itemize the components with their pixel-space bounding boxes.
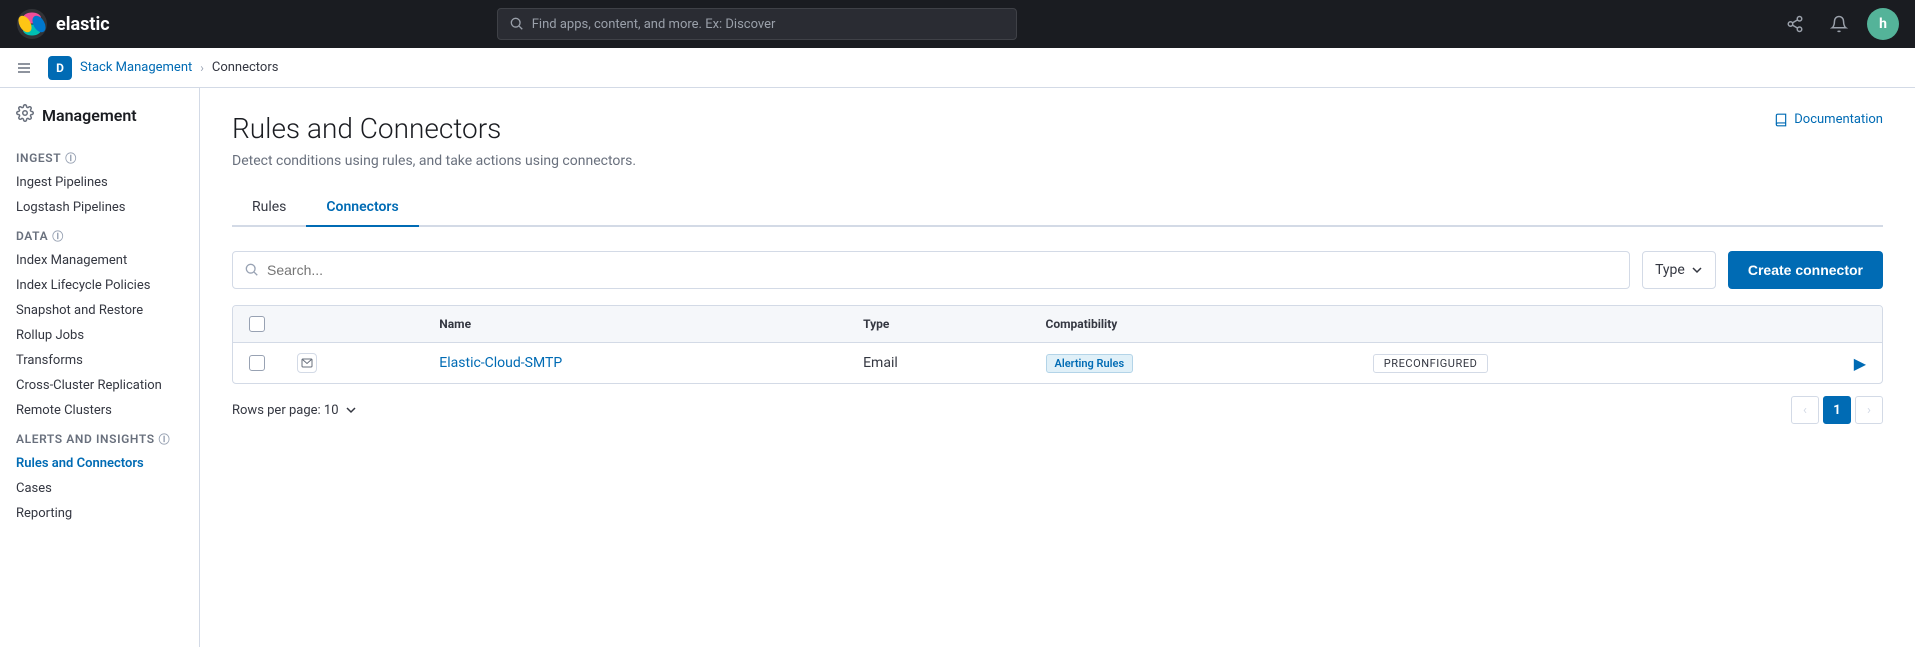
sidebar-section-ingest: Ingest ⓘ — [0, 142, 199, 170]
data-table: Name Type Compatibility — [233, 306, 1882, 383]
header-icon-cell — [281, 306, 423, 343]
preconfigured-badge: PRECONFIGURED — [1373, 354, 1489, 373]
sidebar-item-reporting[interactable]: Reporting — [0, 501, 199, 526]
compatibility-badge: Alerting Rules — [1046, 354, 1134, 373]
ingest-info-icon: ⓘ — [65, 150, 77, 166]
row-checkbox-cell — [233, 343, 281, 384]
page-title: Rules and Connectors — [232, 112, 501, 145]
elastic-wordmark: elastic — [56, 14, 110, 35]
row-actions-cell: ▶ — [1761, 343, 1882, 384]
sidebar-item-ingest-pipelines[interactable]: Ingest Pipelines — [0, 170, 199, 195]
page-header: Rules and Connectors Documentation — [232, 112, 1883, 145]
topbar-actions: h — [1779, 8, 1899, 40]
sidebar-item-logstash-pipelines[interactable]: Logstash Pipelines — [0, 195, 199, 220]
sidebar-item-index-lifecycle-policies[interactable]: Index Lifecycle Policies — [0, 273, 199, 298]
header-checkbox-cell — [233, 306, 281, 343]
connector-name-link[interactable]: Elastic-Cloud-SMTP — [439, 355, 562, 371]
main-content: Rules and Connectors Documentation Detec… — [200, 88, 1915, 647]
pagination-bar: Rows per page: 10 ‹ 1 › — [232, 384, 1883, 424]
sidebar-item-index-management[interactable]: Index Management — [0, 248, 199, 273]
sidebar-item-cross-cluster-replication[interactable]: Cross-Cluster Replication — [0, 373, 199, 398]
header-status — [1357, 306, 1761, 343]
sidebar-section-data: Data ⓘ — [0, 220, 199, 248]
next-page-button[interactable]: › — [1855, 396, 1883, 424]
management-gear-icon — [16, 104, 34, 126]
user-avatar[interactable]: h — [1867, 8, 1899, 40]
sidebar-title: Management — [42, 106, 137, 125]
type-dropdown[interactable]: Type — [1642, 251, 1716, 289]
row-preconfigured-cell: PRECONFIGURED — [1357, 343, 1761, 384]
header-compatibility[interactable]: Compatibility — [1030, 306, 1357, 343]
connector-type-value: Email — [863, 355, 898, 371]
breadcrumb-bar: D Stack Management › Connectors — [0, 48, 1915, 88]
create-connector-button[interactable]: Create connector — [1728, 251, 1883, 289]
page-1-button[interactable]: 1 — [1823, 396, 1851, 424]
row-name-cell: Elastic-Cloud-SMTP — [423, 343, 847, 384]
sidebar-item-remote-clusters[interactable]: Remote Clusters — [0, 398, 199, 423]
tabs: Rules Connectors — [232, 189, 1883, 227]
alerts-info-icon: ⓘ — [159, 431, 171, 447]
sidebar-item-rollup-jobs[interactable]: Rollup Jobs — [0, 323, 199, 348]
header-type[interactable]: Type — [847, 306, 1029, 343]
elastic-logo[interactable]: elastic — [16, 8, 110, 40]
breadcrumb-user-icon: D — [48, 56, 72, 80]
sidebar-header: Management — [0, 104, 199, 142]
chevron-down-icon — [1691, 264, 1703, 276]
rows-per-page-label: Rows per page: 10 — [232, 403, 339, 418]
run-connector-icon[interactable]: ▶ — [1854, 354, 1866, 373]
page-navigation: ‹ 1 › — [1791, 396, 1883, 424]
sidebar: Management Ingest ⓘ Ingest Pipelines Log… — [0, 88, 200, 647]
main-layout: Management Ingest ⓘ Ingest Pipelines Log… — [0, 88, 1915, 647]
notifications-icon[interactable] — [1823, 8, 1855, 40]
documentation-link-label: Documentation — [1794, 112, 1883, 127]
row-icon-cell — [281, 343, 423, 384]
connectors-table: Name Type Compatibility — [232, 305, 1883, 384]
type-dropdown-label: Type — [1655, 262, 1685, 278]
prev-page-button[interactable]: ‹ — [1791, 396, 1819, 424]
row-type-cell: Email — [847, 343, 1029, 384]
header-name[interactable]: Name — [423, 306, 847, 343]
sidebar-item-transforms[interactable]: Transforms — [0, 348, 199, 373]
sidebar-section-alerts-insights: Alerts and Insights ⓘ — [0, 423, 199, 451]
connector-type-icon — [297, 353, 317, 373]
hamburger-button[interactable] — [16, 60, 32, 76]
breadcrumb-stack-management[interactable]: Stack Management — [80, 60, 192, 75]
table-row: Elastic-Cloud-SMTP Email Alerting Rules … — [233, 343, 1882, 384]
search-icon — [510, 17, 524, 31]
toolbar: Type Create connector — [232, 251, 1883, 289]
global-search-placeholder: Find apps, content, and more. Ex: Discov… — [532, 17, 776, 32]
page-description: Detect conditions using rules, and take … — [232, 153, 1883, 169]
share-icon[interactable] — [1779, 8, 1811, 40]
tab-connectors[interactable]: Connectors — [306, 189, 418, 227]
documentation-link[interactable]: Documentation — [1774, 112, 1883, 127]
data-info-icon: ⓘ — [52, 228, 64, 244]
topbar: elastic Find apps, content, and more. Ex… — [0, 0, 1915, 48]
sidebar-item-snapshot-restore[interactable]: Snapshot and Restore — [0, 298, 199, 323]
rows-per-page-selector[interactable]: Rows per page: 10 — [232, 403, 357, 418]
sidebar-item-cases[interactable]: Cases — [0, 476, 199, 501]
sidebar-item-rules-connectors[interactable]: Rules and Connectors — [0, 451, 199, 476]
search-input[interactable] — [267, 262, 1617, 278]
breadcrumb-current: Connectors — [212, 60, 279, 75]
select-all-checkbox[interactable] — [249, 316, 265, 332]
table-header-row: Name Type Compatibility — [233, 306, 1882, 343]
rows-per-page-chevron-icon — [345, 404, 357, 416]
row-compatibility-cell: Alerting Rules — [1030, 343, 1357, 384]
book-icon — [1774, 113, 1788, 127]
search-icon — [245, 263, 259, 277]
global-search-bar[interactable]: Find apps, content, and more. Ex: Discov… — [497, 8, 1017, 40]
search-input-wrapper[interactable] — [232, 251, 1630, 289]
row-checkbox[interactable] — [249, 355, 265, 371]
header-actions — [1761, 306, 1882, 343]
tab-rules[interactable]: Rules — [232, 189, 306, 227]
breadcrumb-chevron: › — [200, 61, 204, 75]
